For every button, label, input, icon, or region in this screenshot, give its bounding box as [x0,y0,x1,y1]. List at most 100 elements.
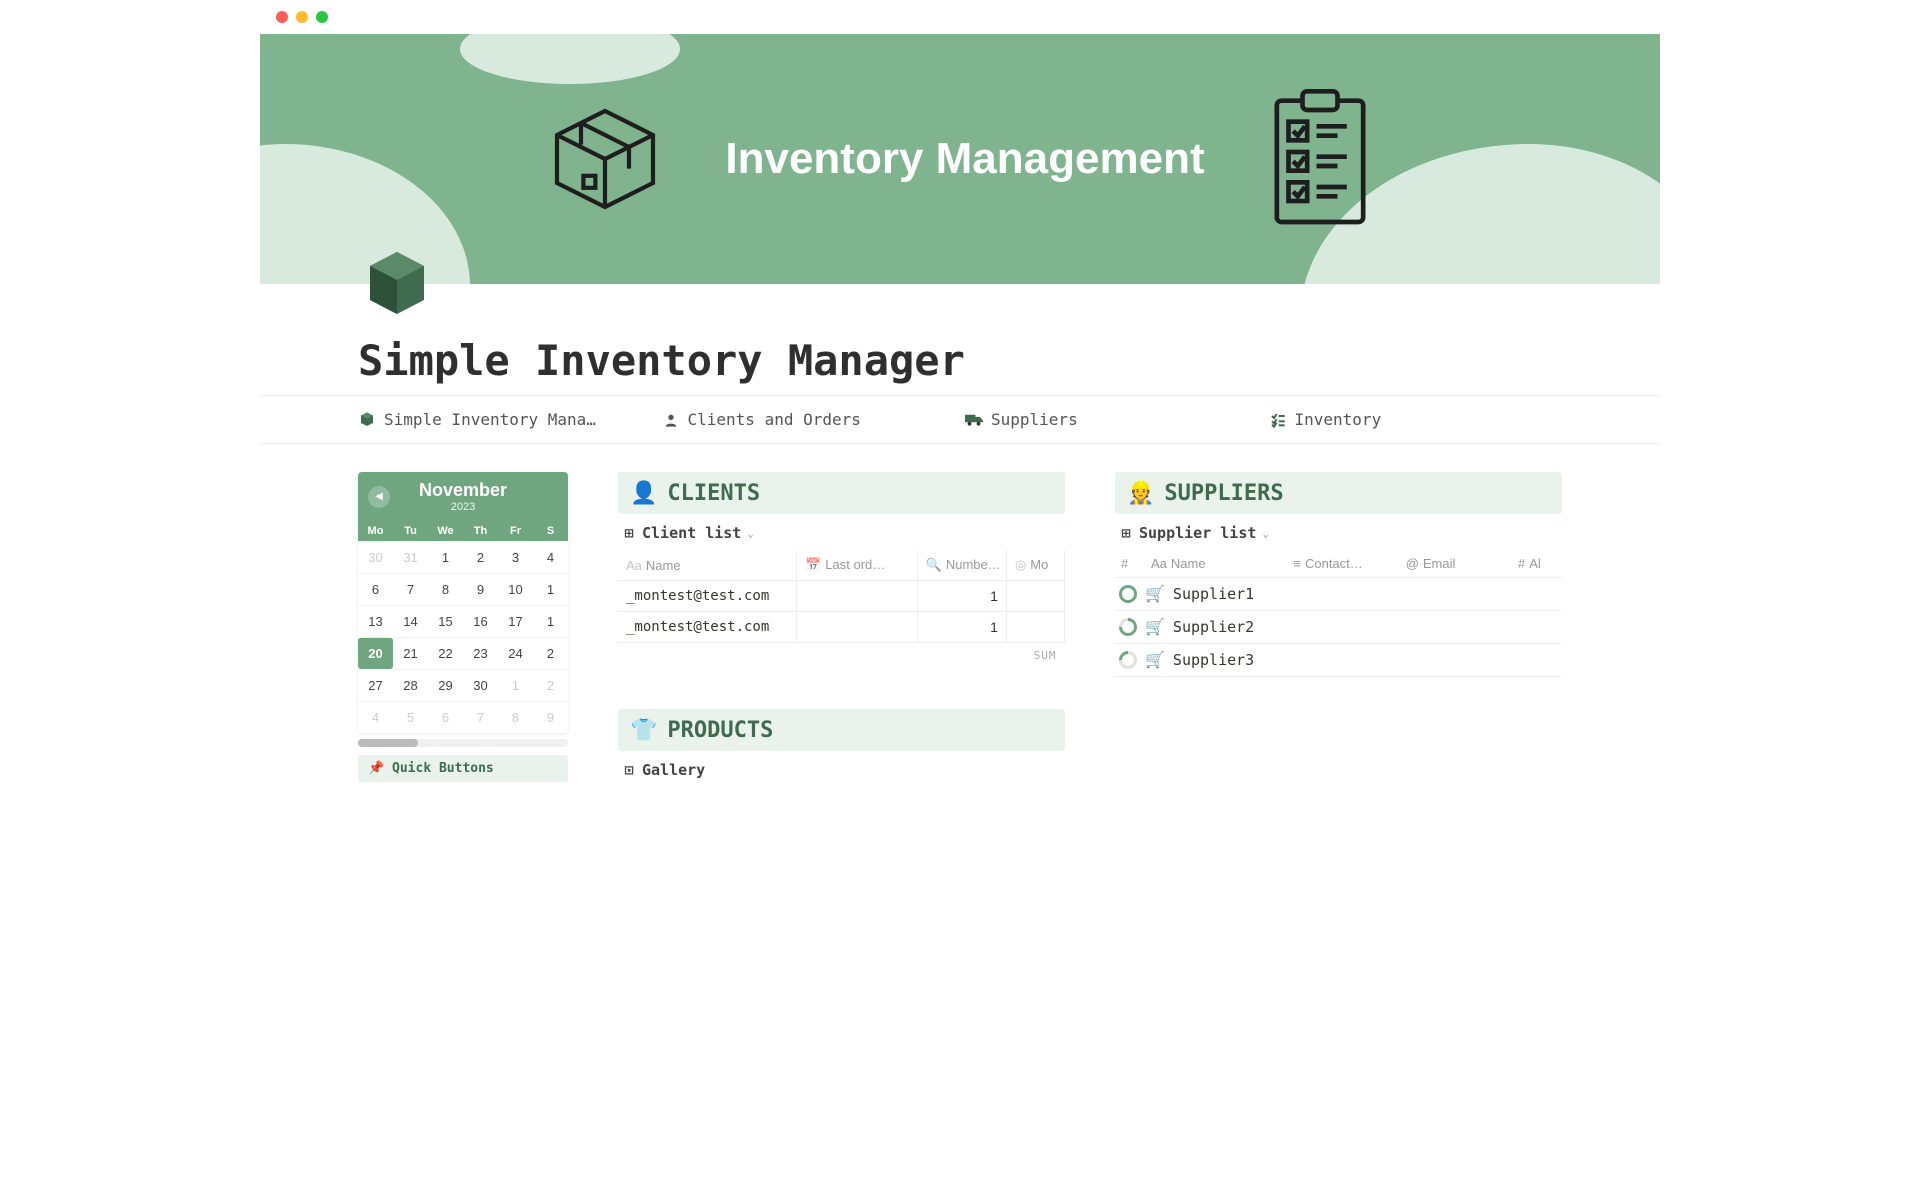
calendar-day[interactable]: 29 [428,669,463,701]
supplier-row[interactable]: 🛒 Supplier2 [1115,611,1562,644]
calendar-day[interactable]: 9 [463,573,498,605]
tab-simple-inventory-manager[interactable]: Simple Inventory Mana… [358,410,652,429]
suppliers-view-selector[interactable]: ⊞ Supplier list ⌄ [1115,514,1562,550]
calendar-day[interactable]: 3 [498,541,533,573]
tab-clients-and-orders[interactable]: Clients and Orders [662,410,956,429]
calendar-day[interactable]: 23 [463,637,498,669]
calendar-day[interactable]: 6 [358,573,393,605]
calendar-dow: Fr [498,521,533,541]
calendar-day[interactable]: 2 [533,669,568,701]
maximize-window-button[interactable] [316,11,328,23]
calendar-day[interactable]: 2 [463,541,498,573]
minimize-window-button[interactable] [296,11,308,23]
person-icon [662,411,680,429]
truck-icon [965,411,983,429]
cart-icon: 🛒 [1145,617,1165,637]
calendar-day[interactable]: 16 [463,605,498,637]
quick-buttons[interactable]: 📌 Quick Buttons [358,755,568,782]
table-icon: ⊞ [622,526,636,540]
page-title[interactable]: Simple Inventory Manager [260,322,1660,395]
calendar-dow: Tu [393,521,428,541]
calendar-day[interactable]: 9 [533,701,568,733]
checklist-icon [1269,411,1287,429]
chevron-down-icon: ⌄ [747,527,754,540]
products-header: 👕 PRODUCTS [618,709,1065,751]
calendar-day[interactable]: 28 [393,669,428,701]
calendar-day[interactable]: 7 [463,701,498,733]
calendar-day[interactable]: 1 [428,541,463,573]
progress-ring-icon [1119,585,1137,603]
calendar-day[interactable]: 2 [533,637,568,669]
col-name: AaName [618,550,797,581]
calendar-day[interactable]: 13 [358,605,393,637]
gallery-icon: ⊡ [622,763,636,777]
clients-view-selector[interactable]: ⊞ Client list ⌄ [618,514,1065,550]
shirt-emoji-icon: 👕 [630,717,657,743]
box-icon [545,99,665,219]
chevron-down-icon: ⌄ [1262,527,1269,540]
calendar-day[interactable]: 30 [358,541,393,573]
calendar-day[interactable]: 14 [393,605,428,637]
table-row[interactable]: _montest@test.com1 [618,612,1065,643]
clients-header: 👤 CLIENTS [618,472,1065,514]
calendar-dow: Th [463,521,498,541]
table-icon: ⊞ [1119,526,1133,540]
tab-suppliers[interactable]: Suppliers [965,410,1259,429]
products-view-selector[interactable]: ⊡ Gallery [618,751,1065,787]
calendar-day[interactable]: 21 [393,637,428,669]
hero-banner: Inventory Management [260,34,1660,284]
products-title: PRODUCTS [667,718,773,743]
calendar-year: 2023 [358,501,568,513]
titlebar [260,0,1660,34]
close-window-button[interactable] [276,11,288,23]
progress-ring-icon [1115,647,1140,672]
suppliers-title: SUPPLIERS [1164,481,1283,506]
progress-ring-icon [1115,614,1140,639]
calendar-dow: We [428,521,463,541]
calendar-widget[interactable]: ◀ November 2023 MoTuWeThFrS3031123467891… [358,472,568,733]
suppliers-list[interactable]: 🛒 Supplier1 🛒 Supplier2 🛒 Supplier3 [1115,578,1562,677]
col-mo: ◎Mo [1006,550,1064,581]
cart-icon: 🛒 [1145,584,1165,604]
clipboard-icon [1265,89,1375,229]
calendar-day[interactable]: 27 [358,669,393,701]
calendar-dow: Mo [358,521,393,541]
calendar-day[interactable]: 22 [428,637,463,669]
calendar-day[interactable]: 4 [358,701,393,733]
person-emoji-icon: 👤 [630,480,657,506]
calendar-day[interactable]: 31 [393,541,428,573]
hero-title: Inventory Management [725,134,1204,184]
supplier-row[interactable]: 🛒 Supplier1 [1115,578,1562,611]
calendar-day[interactable]: 15 [428,605,463,637]
calendar-day[interactable]: 1 [498,669,533,701]
worker-emoji-icon: 👷 [1127,480,1154,506]
calendar-day[interactable]: 17 [498,605,533,637]
clients-sum: SUM [618,643,1065,670]
calendar-day[interactable]: 6 [428,701,463,733]
calendar-day[interactable]: 24 [498,637,533,669]
calendar-day[interactable]: 7 [393,573,428,605]
clients-title: CLIENTS [667,481,760,506]
calendar-day[interactable]: 4 [533,541,568,573]
calendar-day[interactable]: 1 [533,573,568,605]
clients-table[interactable]: AaName 📅Last ord… 🔍Numbe… ◎Mo _montest@t… [618,550,1065,669]
tabs-row: Simple Inventory Mana… Clients and Order… [260,395,1660,444]
suppliers-columns: # Aa Name ≡ Contact… @ Email # Al [1115,550,1562,578]
cart-icon: 🛒 [1145,650,1165,670]
supplier-row[interactable]: 🛒 Supplier3 [1115,644,1562,677]
calendar-day[interactable]: 8 [498,701,533,733]
col-number: 🔍Numbe… [917,550,1006,581]
calendar-day[interactable]: 5 [393,701,428,733]
calendar-day[interactable]: 20 [358,637,393,669]
page-icon[interactable] [358,244,436,322]
calendar-day[interactable]: 8 [428,573,463,605]
table-row[interactable]: _montest@test.com1 [618,581,1065,612]
horizontal-scrollbar[interactable] [358,739,568,747]
calendar-day[interactable]: 1 [533,605,568,637]
calendar-day[interactable]: 10 [498,573,533,605]
col-last-order: 📅Last ord… [797,550,918,581]
tab-inventory[interactable]: Inventory [1269,410,1563,429]
calendar-day[interactable]: 30 [463,669,498,701]
suppliers-header: 👷 SUPPLIERS [1115,472,1562,514]
box-arrow-icon [358,411,376,429]
